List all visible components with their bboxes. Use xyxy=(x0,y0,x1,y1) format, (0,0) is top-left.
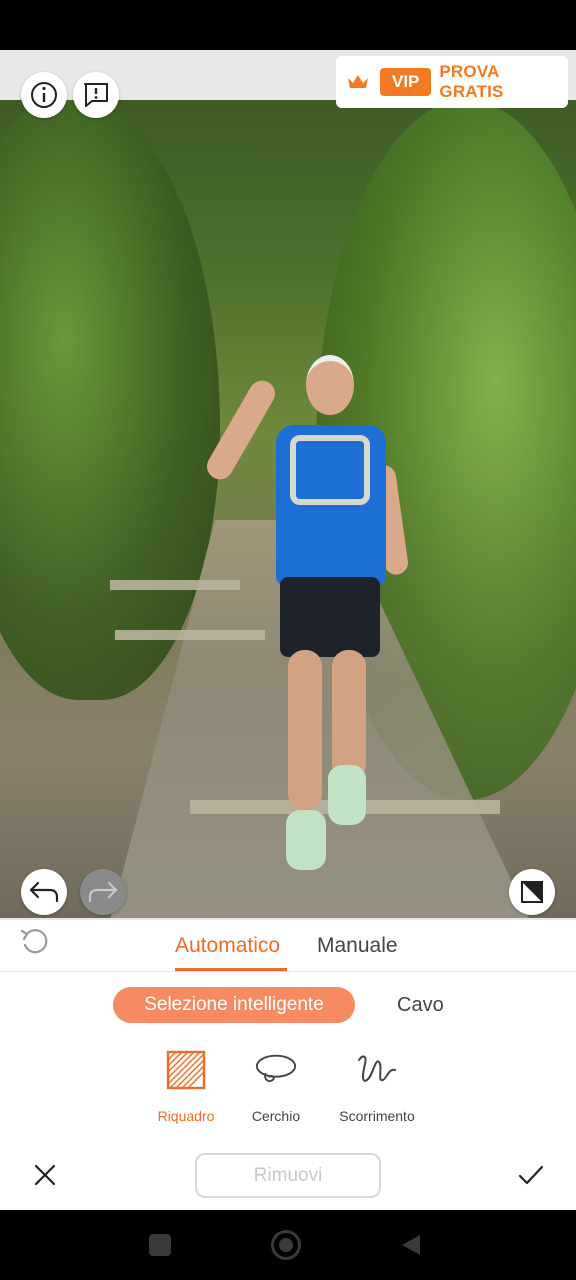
vip-badge: VIP xyxy=(379,68,432,96)
check-icon[interactable] xyxy=(517,1163,545,1187)
feedback-button[interactable] xyxy=(73,72,119,118)
tool-label: Cerchio xyxy=(251,1108,301,1124)
info-button[interactable] xyxy=(21,72,67,118)
info-icon xyxy=(31,82,57,108)
canvas-area xyxy=(0,50,576,920)
smart-selection-button[interactable]: Selezione intelligente xyxy=(113,987,355,1023)
undo-arrow-icon xyxy=(29,881,59,903)
reset-icon[interactable] xyxy=(18,925,52,959)
tab-automatico[interactable]: Automatico xyxy=(175,934,280,958)
runner-figure xyxy=(202,355,410,875)
active-tab-indicator xyxy=(175,968,287,971)
home-icon[interactable] xyxy=(271,1230,301,1260)
remove-button[interactable]: Rimuovi xyxy=(195,1153,381,1198)
tool-label: Scorrimento xyxy=(339,1108,415,1124)
hatched-square-icon xyxy=(166,1050,206,1090)
tool-label: Riquadro xyxy=(157,1108,215,1124)
tool-riquadro[interactable]: Riquadro xyxy=(136,1048,236,1124)
undo-button[interactable] xyxy=(21,869,67,915)
close-icon[interactable] xyxy=(33,1163,57,1187)
mode-tabs: Automatico Manuale xyxy=(0,920,576,972)
redo-button[interactable] xyxy=(80,869,126,915)
feedback-icon xyxy=(84,83,108,107)
back-icon[interactable] xyxy=(400,1233,422,1257)
system-navigation-bar xyxy=(0,1210,576,1280)
tool-cerchio[interactable]: Cerchio xyxy=(226,1048,326,1124)
compare-icon xyxy=(521,881,543,903)
crown-icon xyxy=(347,75,368,88)
compare-button[interactable] xyxy=(509,869,555,915)
scribble-icon xyxy=(358,1055,396,1082)
status-bar xyxy=(0,0,576,50)
vip-cta-label: PROVA GRATIS xyxy=(439,62,504,101)
recent-apps-icon[interactable] xyxy=(149,1234,171,1256)
foliage-left xyxy=(0,100,220,700)
tool-scorrimento[interactable]: Scorrimento xyxy=(327,1048,427,1124)
lasso-icon xyxy=(255,1054,297,1083)
cavo-button[interactable]: Cavo xyxy=(397,994,444,1017)
tab-manuale[interactable]: Manuale xyxy=(317,934,398,958)
redo-arrow-icon xyxy=(88,881,118,903)
vip-banner[interactable]: VIP PROVA GRATIS xyxy=(336,56,568,108)
photo-canvas[interactable] xyxy=(0,100,576,918)
edit-panel: Automatico Manuale Selezione intelligent… xyxy=(0,920,576,1210)
